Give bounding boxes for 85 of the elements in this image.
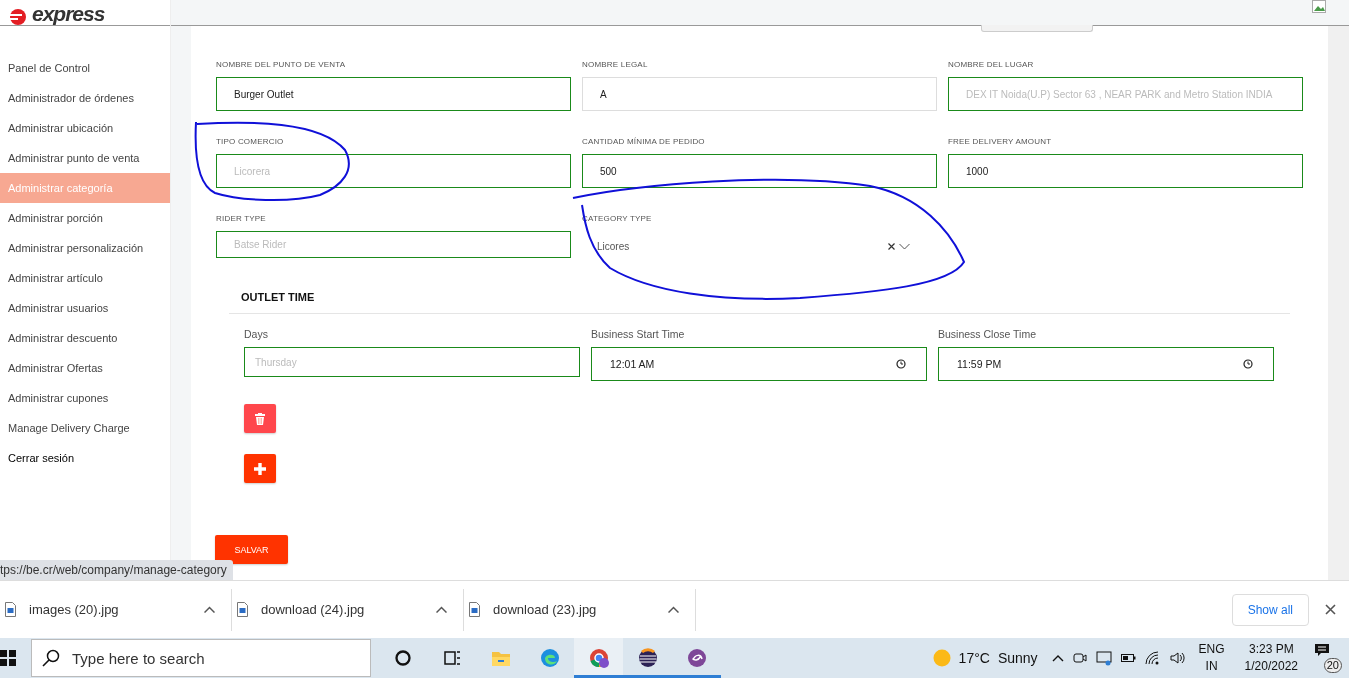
plus-icon	[254, 462, 266, 475]
sidebar-item[interactable]: Administrador de órdenes	[0, 83, 170, 113]
field-label: Business Start Time	[591, 328, 686, 340]
weather-condition: Sunny	[997, 650, 1038, 666]
input-field[interactable]: DEX IT Noida(U.P) Sector 63 , NEAR PARK and Metro Station INDIA	[948, 77, 1303, 111]
delete-button[interactable]	[244, 404, 276, 433]
sidebar-item[interactable]: Cerrar sesión	[0, 443, 170, 473]
field-label: TIPO COMERCIO	[216, 137, 285, 146]
wifi-icon[interactable]	[1144, 651, 1161, 665]
download-item[interactable]: download (24).jpg	[232, 588, 464, 631]
sun-icon	[932, 649, 951, 667]
field-label: FREE DELIVERY AMOUNT	[948, 137, 1053, 146]
sidebar-item[interactable]: Administrar descuento	[0, 323, 170, 353]
task-view-icon	[441, 648, 462, 668]
download-item[interactable]: images (20).jpg	[0, 588, 232, 631]
sidebar-item[interactable]: Administrar ubicación	[0, 113, 170, 143]
eclipse-icon	[637, 648, 658, 668]
add-button[interactable]	[244, 454, 276, 483]
field-label: NOMBRE DEL PUNTO DE VENTA	[216, 60, 347, 69]
field-label: NOMBRE LEGAL	[582, 60, 649, 69]
tor-icon	[686, 648, 707, 668]
link-url-tooltip: tps://be.cr/web/company/manage-category	[0, 560, 233, 580]
windows-logo-icon[interactable]	[0, 650, 16, 666]
notifications-icon[interactable]	[1314, 643, 1330, 657]
field-label: RIDER TYPE	[216, 214, 267, 223]
logo-text: express	[32, 3, 105, 25]
scrollbar-track[interactable]	[1328, 26, 1349, 580]
image-file-icon	[237, 602, 248, 617]
save-button[interactable]: SALVAR	[215, 535, 288, 564]
chevron-up-icon[interactable]	[1051, 654, 1064, 662]
sidebar-item[interactable]: Administrar punto de venta	[0, 143, 170, 173]
sidebar-item[interactable]: Administrar usuarios	[0, 293, 170, 323]
input-field[interactable]: 500	[582, 154, 937, 188]
close-icon[interactable]	[1325, 604, 1336, 615]
sidebar-item[interactable]: Administrar artículo	[0, 263, 170, 293]
clock-icon[interactable]	[896, 359, 906, 369]
taskbar-search-field[interactable]: Type here to search	[31, 639, 371, 677]
caret-up-icon[interactable]	[668, 606, 679, 613]
field-label: Business Close Time	[938, 328, 1038, 340]
sidebar-item[interactable]: Manage Delivery Charge	[0, 413, 170, 443]
time-field[interactable]: 11:59 PM	[938, 347, 1274, 381]
time-field[interactable]: 12:01 AM	[591, 347, 927, 381]
sidebar-item[interactable]: Administrar personalización	[0, 233, 170, 263]
image-file-icon	[5, 602, 16, 617]
input-field[interactable]: 1000	[948, 154, 1303, 188]
input-field[interactable]: A	[582, 77, 937, 111]
clear-icon[interactable]	[888, 242, 895, 250]
sidebar-item[interactable]: Administrar cupones	[0, 383, 170, 413]
clock-icon[interactable]	[1243, 359, 1253, 369]
field-label: Days	[244, 328, 269, 340]
download-item[interactable]: download (23).jpg	[464, 588, 696, 631]
input-field[interactable]: Batse Rider	[216, 231, 571, 258]
camera-icon[interactable]	[1072, 651, 1087, 665]
section-title: OUTLET TIME	[229, 291, 1290, 314]
search-icon	[42, 649, 60, 667]
image-file-icon	[469, 602, 480, 617]
temperature: 17°C	[958, 650, 990, 666]
sidebar-item[interactable]: Panel de Control	[0, 53, 170, 83]
notification-count: 20	[1323, 658, 1342, 673]
display-icon[interactable]	[1095, 650, 1112, 666]
clock-date: 1/20/2022	[1244, 658, 1298, 675]
field-label: NOMBRE DEL LUGAR	[948, 60, 1035, 69]
category-select[interactable]: Licores	[582, 231, 937, 261]
weather-widget[interactable]: 17°C Sunny	[932, 649, 1038, 667]
caret-up-icon[interactable]	[436, 606, 447, 613]
input-field[interactable]: Thursday	[244, 347, 580, 377]
field-label: CANTIDAD MÍNIMA DE PEDIDO	[582, 137, 706, 146]
edge-icon	[539, 648, 560, 668]
input-field[interactable]: Burger Outlet	[216, 77, 571, 111]
search-placeholder: Type here to search	[72, 649, 205, 667]
language-indicator[interactable]: ENG IN	[1198, 641, 1225, 675]
battery-icon[interactable]	[1120, 653, 1136, 663]
input-field[interactable]: Licorera	[216, 154, 571, 188]
clock-time: 3:23 PM	[1248, 641, 1294, 658]
language-code: ENG	[1198, 641, 1225, 658]
taskbar-clock[interactable]: 3:23 PM 1/20/2022	[1244, 641, 1298, 675]
trash-icon	[255, 412, 265, 425]
show-all-button[interactable]: Show all	[1231, 593, 1309, 626]
speaker-icon[interactable]	[1169, 651, 1186, 665]
sidebar-item[interactable]: Administrar Ofertas	[0, 353, 170, 383]
cortana-icon	[392, 648, 413, 668]
chrome-icon	[588, 648, 609, 668]
region-code: IN	[1205, 658, 1218, 675]
sidebar-item[interactable]: Administrar porción	[0, 203, 170, 233]
caret-up-icon[interactable]	[204, 606, 215, 613]
